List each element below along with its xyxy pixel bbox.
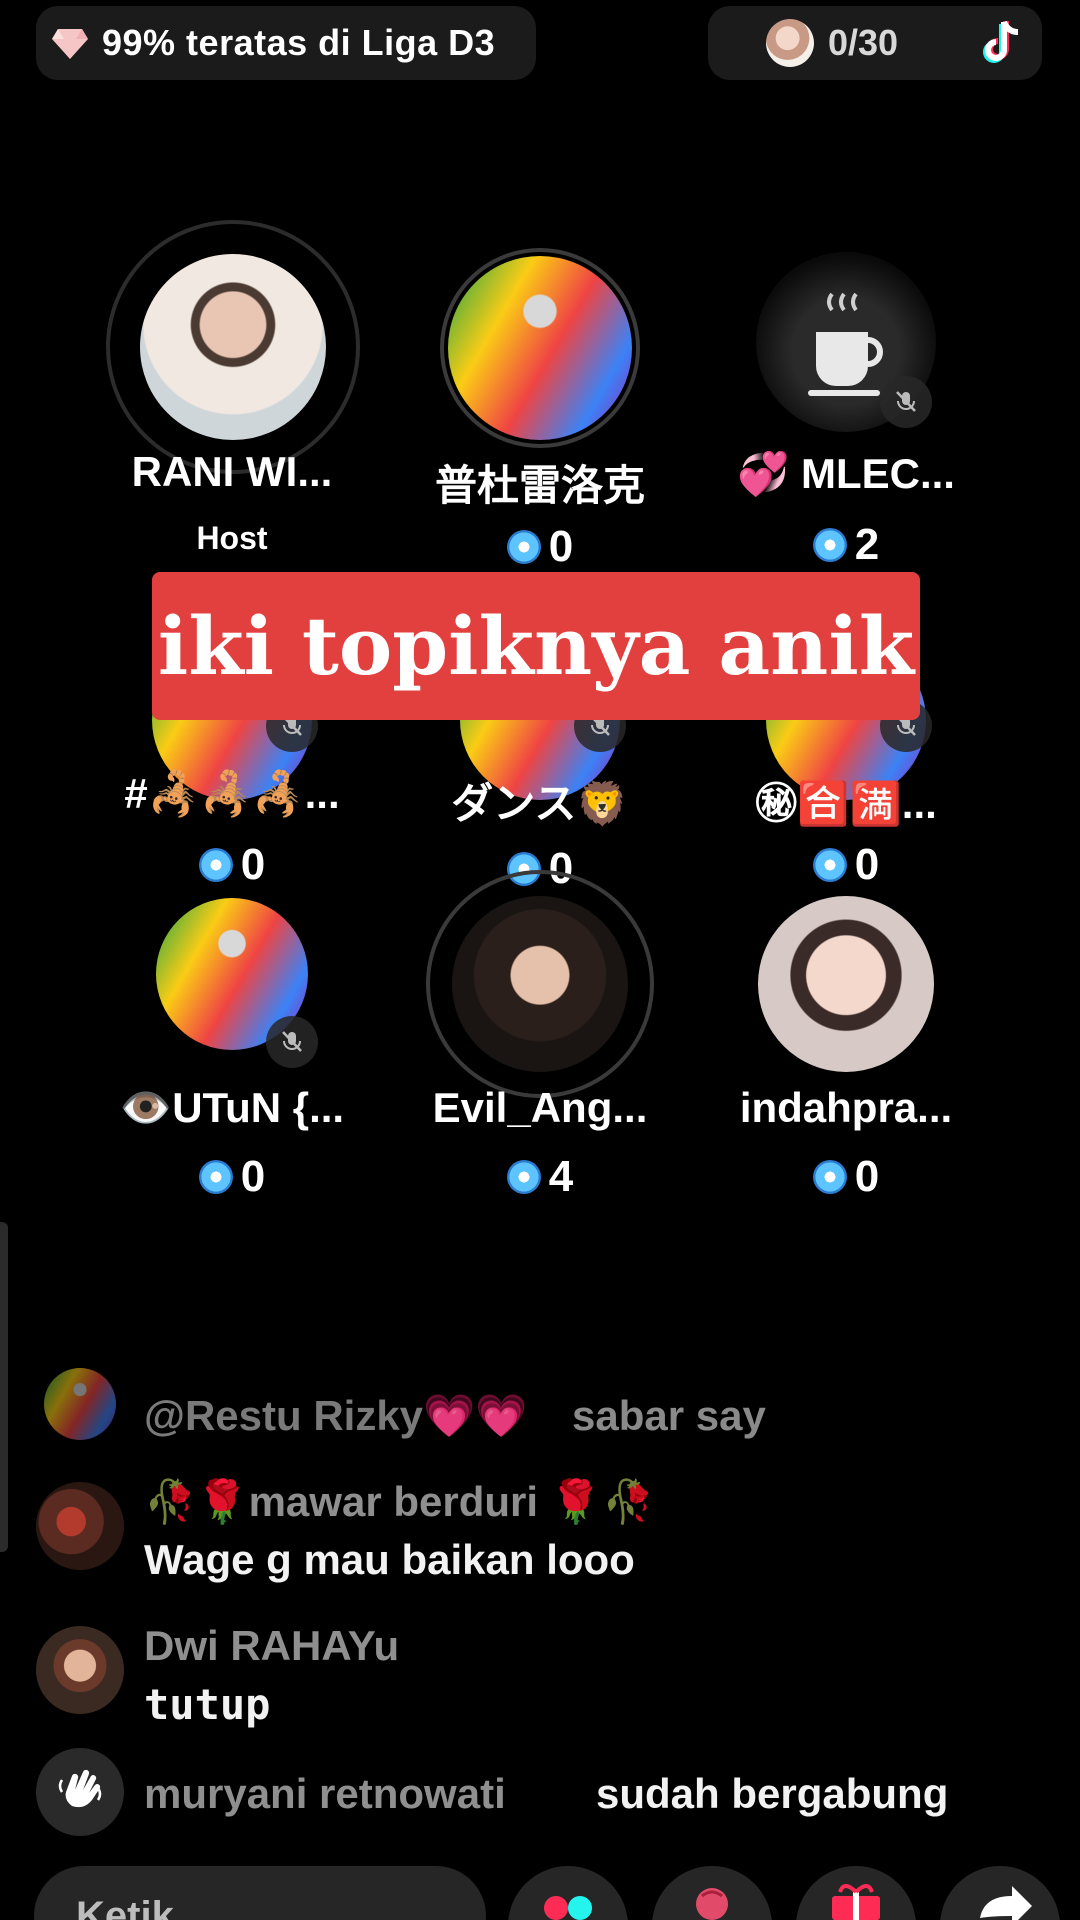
join-notice: muryani retnowati sudah bergabung [36, 1748, 1036, 1838]
chat-avatar [44, 1368, 116, 1440]
seat-score: 4 [390, 1152, 690, 1202]
viewer-count-badge[interactable]: 0/30 [708, 6, 1042, 80]
comment-input[interactable]: Ketik [34, 1866, 486, 1920]
seat-name: #🦂🦂🦂... [124, 770, 340, 817]
topic-banner: iki topiknya anik [152, 572, 920, 720]
chat-username[interactable]: muryani retnowati [144, 1770, 506, 1818]
coin-icon [812, 848, 847, 882]
avatar [140, 254, 326, 440]
seat-name: 💞 MLEC... [737, 450, 955, 497]
avatar [758, 896, 934, 1072]
seat-name: 普杜雷洛克 [434, 462, 645, 509]
share-icon [980, 1886, 1032, 1920]
seat-2[interactable]: 普杜雷洛克 0 [390, 220, 690, 580]
chat-message: @Restu Rizky💗💗 sabar say [36, 1368, 1036, 1448]
coin-icon [198, 848, 233, 882]
coin-icon [812, 1160, 847, 1194]
seat-name: indahpra... [739, 1084, 953, 1131]
chat-message: Dwi RAHAYu tutup [36, 1622, 1036, 1742]
coin-icon [198, 1160, 233, 1194]
coin-icon [812, 528, 847, 562]
seat-name: ダンス🦁 [451, 780, 629, 827]
seat-score: 0 [82, 840, 382, 890]
seat-name: RANI WI... [131, 448, 333, 495]
rose-button[interactable] [652, 1866, 772, 1920]
chat-text: sudah bergabung [596, 1770, 949, 1817]
chat-username[interactable]: 🥀🌹mawar berduri 🌹🥀 [144, 1478, 654, 1527]
seat-score: 0 [696, 1152, 996, 1202]
viewer-count: 0/30 [828, 22, 899, 63]
avatar [452, 896, 628, 1072]
coin-icon [506, 530, 541, 564]
seat-9[interactable]: indahpra... 0 [696, 890, 996, 1210]
effects-button[interactable] [508, 1866, 628, 1920]
host-mini-avatar [766, 19, 814, 67]
mute-mic-icon [266, 1016, 318, 1068]
seat-name: Evil_Ang... [432, 1084, 648, 1131]
dual-dot-icon [544, 1896, 592, 1920]
avatar [448, 256, 632, 440]
coin-icon [506, 1160, 541, 1194]
seat-score: 0 [696, 840, 996, 890]
chat-message: 🥀🌹mawar berduri 🌹🥀 Wage g mau baikan loo… [36, 1478, 1036, 1598]
seat-3[interactable]: 💞 MLEC... 2 [696, 220, 996, 580]
topic-text: iki topiknya anik [157, 599, 915, 693]
chat-username[interactable]: Dwi RAHAYu [144, 1622, 399, 1670]
gift-button[interactable] [796, 1866, 916, 1920]
seat-name: 👁️UTuN {... [119, 1084, 345, 1131]
chat-avatar [36, 1626, 124, 1714]
chat-username[interactable]: @Restu Rizky💗💗 [144, 1392, 528, 1441]
mute-mic-icon [880, 376, 932, 428]
comment-placeholder: Ketik [76, 1894, 174, 1920]
host-label: Host [196, 520, 268, 556]
tiktok-icon [983, 20, 1019, 63]
seat-1[interactable]: RANI WI... Host [82, 220, 382, 580]
chat-text: Wage g mau baikan looo [144, 1536, 635, 1583]
chat-text: sabar say [572, 1392, 766, 1439]
league-badge[interactable]: 99% teratas di Liga D3 [36, 6, 536, 80]
gem-icon [52, 29, 88, 59]
seat-7[interactable]: 👁️UTuN {... 0 [82, 890, 382, 1210]
chat-avatar [36, 1482, 124, 1570]
league-text: 99% teratas di Liga D3 [102, 22, 496, 63]
side-drawer-handle[interactable] [0, 1222, 8, 1552]
chat-text: tutup [144, 1680, 271, 1729]
rose-icon [696, 1888, 728, 1920]
seat-8[interactable]: Evil_Ang... 4 [390, 870, 690, 1210]
seat-name: ㊙🈴🈵... [755, 780, 937, 827]
gift-icon [832, 1884, 880, 1920]
wave-hand-icon [36, 1748, 124, 1836]
seat-score: 0 [82, 1152, 382, 1202]
share-button[interactable] [940, 1866, 1060, 1920]
